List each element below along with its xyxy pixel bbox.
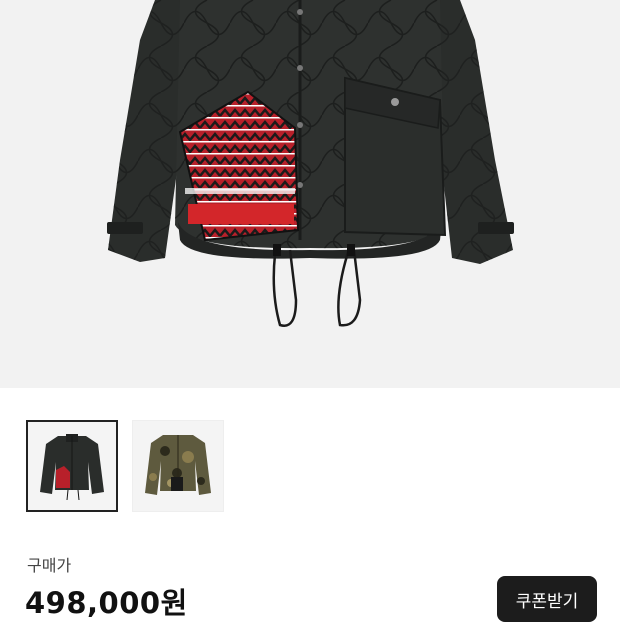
thumbnail-black-jacket[interactable] (26, 420, 118, 512)
price-value: 498,000원 (25, 586, 188, 620)
product-main-image[interactable] (0, 0, 620, 388)
quilted-jacket-illustration (107, 0, 514, 327)
price-label: 구매가 (27, 556, 72, 575)
get-coupon-button[interactable]: 쿠폰받기 (497, 576, 597, 622)
camo-jacket-thumbnail-icon (145, 435, 211, 495)
black-quilted-jacket-thumbnail-icon (40, 434, 104, 501)
thumbnail-camo-jacket[interactable] (132, 420, 224, 512)
